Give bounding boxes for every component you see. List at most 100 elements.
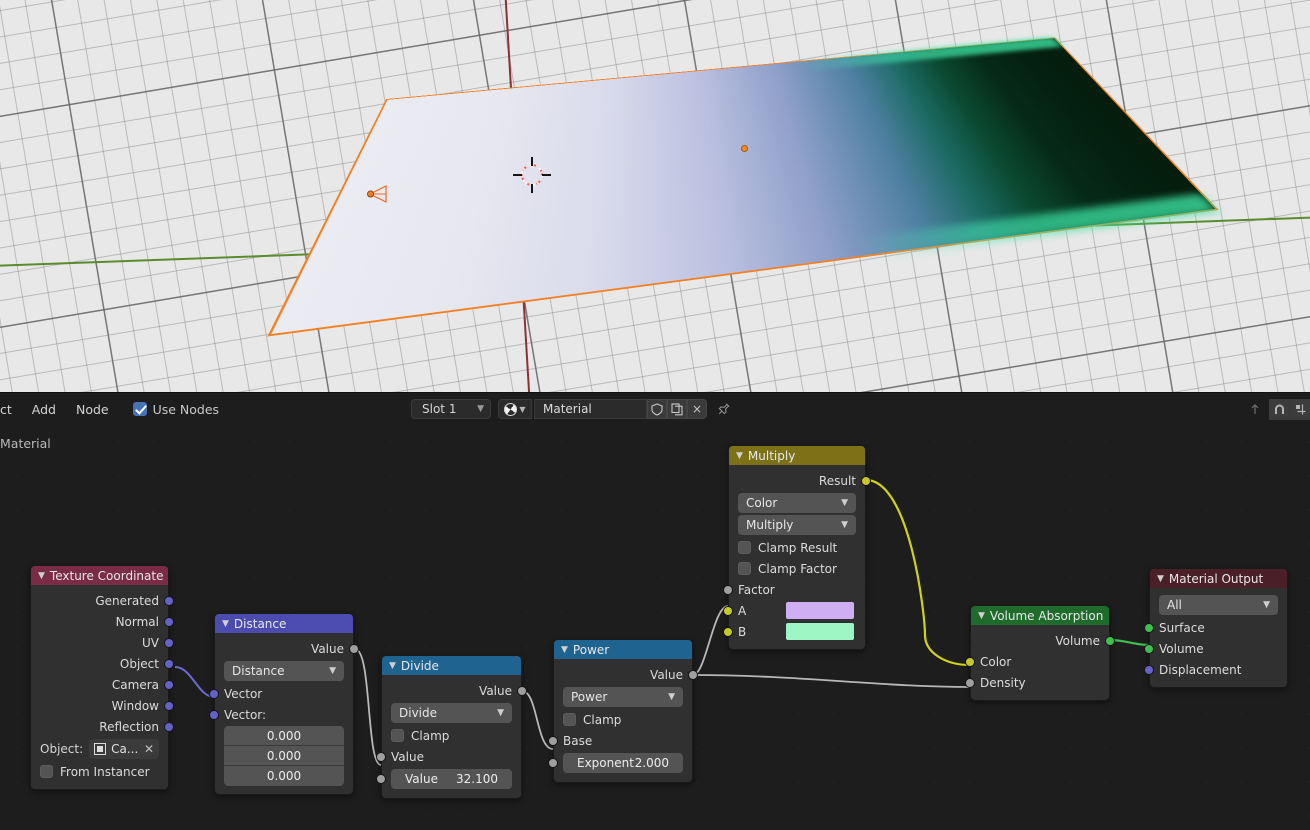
- socket-row-b[interactable]: B: [729, 621, 865, 642]
- material-name-field[interactable]: Material: [534, 399, 647, 419]
- socket-row-vector-a[interactable]: Vector: [215, 683, 353, 704]
- socket-row-value-out[interactable]: Value: [554, 664, 692, 685]
- unlink-material-button[interactable]: ×: [687, 399, 707, 419]
- socket-row-surface[interactable]: Surface: [1150, 617, 1287, 638]
- output-socket-reflection[interactable]: [164, 722, 174, 732]
- browse-material-button[interactable]: ▼: [498, 399, 532, 419]
- output-socket-camera[interactable]: [164, 680, 174, 690]
- output-socket-volume[interactable]: [1105, 636, 1115, 646]
- input-socket-value[interactable]: [376, 752, 386, 762]
- value-number-field[interactable]: Value 32.100: [391, 769, 512, 789]
- operation-dropdown[interactable]: Power ▼: [563, 687, 683, 707]
- color-swatch-b[interactable]: [786, 623, 854, 640]
- clamp-row[interactable]: Clamp: [554, 709, 692, 730]
- input-socket-exponent[interactable]: [548, 758, 558, 768]
- vector-x-field[interactable]: 0.000: [224, 726, 344, 746]
- arrow-up-icon-button[interactable]: [1244, 399, 1265, 420]
- vector-y-field[interactable]: 0.000: [224, 746, 344, 766]
- input-socket-b[interactable]: [723, 627, 733, 637]
- operation-dropdown[interactable]: Divide ▼: [391, 703, 512, 723]
- output-socket-value[interactable]: [349, 644, 359, 654]
- operation-dropdown[interactable]: Distance ▼: [224, 661, 344, 681]
- socket-row-value-in[interactable]: Value: [382, 746, 521, 767]
- node-divide[interactable]: ▼ Divide Value Divide ▼ Clamp Value Valu…: [381, 655, 522, 799]
- socket-row-color[interactable]: Color: [971, 651, 1109, 672]
- from-instancer-row[interactable]: From Instancer: [31, 761, 168, 782]
- socket-row-generated[interactable]: Generated: [31, 590, 168, 611]
- object-selector-row[interactable]: Object: Ca... ✕: [40, 739, 159, 759]
- socket-row-uv[interactable]: UV: [31, 632, 168, 653]
- input-socket-vector-b[interactable]: [209, 710, 219, 720]
- blend-mode-dropdown[interactable]: Multiply ▼: [738, 515, 856, 535]
- menu-node[interactable]: Node: [66, 402, 119, 417]
- socket-row-value-field[interactable]: Value 32.100: [382, 767, 521, 791]
- color-swatch-a[interactable]: [786, 602, 854, 619]
- 3d-viewport[interactable]: [0, 0, 1310, 392]
- clamp-row[interactable]: Clamp: [382, 725, 521, 746]
- socket-row-vector-b[interactable]: Vector:: [215, 704, 353, 725]
- input-socket-vector-a[interactable]: [209, 689, 219, 699]
- socket-row-result[interactable]: Result: [729, 470, 865, 491]
- output-socket-value[interactable]: [517, 686, 527, 696]
- output-socket-generated[interactable]: [164, 596, 174, 606]
- use-nodes-toggle[interactable]: Use Nodes: [133, 402, 219, 417]
- input-socket-volume[interactable]: [1144, 644, 1154, 654]
- menu-add[interactable]: Add: [22, 402, 66, 417]
- output-socket-window[interactable]: [164, 701, 174, 711]
- socket-row-exponent[interactable]: Exponent 2.000: [554, 751, 692, 775]
- node-power[interactable]: ▼ Power Value Power ▼ Clamp Base Exponen…: [553, 639, 693, 783]
- chevron-down-icon[interactable]: ▼: [1157, 574, 1164, 584]
- socket-row-a[interactable]: A: [729, 600, 865, 621]
- socket-row-volume-out[interactable]: Volume: [971, 630, 1109, 651]
- node-header-texture-coordinate[interactable]: ▼ Texture Coordinate: [31, 566, 168, 585]
- socket-row-volume[interactable]: Volume: [1150, 638, 1287, 659]
- use-nodes-checkbox[interactable]: [133, 402, 147, 416]
- socket-row-camera[interactable]: Camera: [31, 674, 168, 695]
- output-socket-uv[interactable]: [164, 638, 174, 648]
- socket-row-value-out[interactable]: Value: [382, 680, 521, 701]
- output-socket-result[interactable]: [861, 476, 871, 486]
- light-gizmo-icon[interactable]: [366, 182, 390, 206]
- chevron-down-icon[interactable]: ▼: [389, 661, 396, 671]
- node-editor-canvas[interactable]: Material ▼ Texture Coordinate Generated …: [0, 425, 1310, 830]
- clear-object-icon[interactable]: ✕: [144, 742, 154, 756]
- input-socket-base[interactable]: [548, 736, 558, 746]
- socket-row-reflection[interactable]: Reflection: [31, 716, 168, 737]
- socket-row-normal[interactable]: Normal: [31, 611, 168, 632]
- socket-row-window[interactable]: Window: [31, 695, 168, 716]
- input-socket-a[interactable]: [723, 606, 733, 616]
- menu-select[interactable]: ct: [0, 402, 22, 417]
- vector-value-stack[interactable]: 0.000 0.000 0.000: [224, 726, 344, 786]
- node-header-volume-absorption[interactable]: ▼ Volume Absorption: [971, 606, 1109, 625]
- node-volume-absorption[interactable]: ▼ Volume Absorption Volume Color Density: [970, 605, 1110, 701]
- chevron-down-icon[interactable]: ▼: [561, 645, 568, 655]
- input-socket-factor[interactable]: [723, 585, 733, 595]
- socket-row-object[interactable]: Object: [31, 653, 168, 674]
- chevron-down-icon[interactable]: ▼: [222, 619, 229, 629]
- clamp-factor-checkbox[interactable]: [738, 562, 751, 575]
- node-header-multiply[interactable]: ▼ Multiply: [729, 446, 865, 465]
- node-multiply[interactable]: ▼ Multiply Result Color ▼ Multiply ▼ Cla…: [728, 445, 866, 650]
- fake-user-button[interactable]: [647, 399, 667, 419]
- socket-row-factor[interactable]: Factor: [729, 579, 865, 600]
- socket-row-value-out[interactable]: Value: [215, 638, 353, 659]
- node-material-output[interactable]: ▼ Material Output All ▼ Surface Volume D…: [1149, 568, 1288, 688]
- chevron-down-icon[interactable]: ▼: [978, 611, 985, 621]
- node-header-divide[interactable]: ▼ Divide: [382, 656, 521, 675]
- clamp-checkbox[interactable]: [563, 713, 576, 726]
- snap-grid-button[interactable]: [1290, 399, 1310, 420]
- pin-button[interactable]: [714, 399, 734, 419]
- input-socket-displacement[interactable]: [1144, 665, 1154, 675]
- node-distance[interactable]: ▼ Distance Value Distance ▼ Vector Vecto…: [214, 613, 354, 795]
- node-header-power[interactable]: ▼ Power: [554, 640, 692, 659]
- target-dropdown[interactable]: All ▼: [1159, 595, 1278, 615]
- from-instancer-checkbox[interactable]: [40, 765, 53, 778]
- input-socket-color[interactable]: [965, 657, 975, 667]
- input-socket-density[interactable]: [965, 678, 975, 688]
- material-slot-dropdown[interactable]: Slot 1 ▼: [411, 399, 491, 419]
- socket-row-base[interactable]: Base: [554, 730, 692, 751]
- chevron-down-icon[interactable]: ▼: [38, 571, 45, 581]
- node-header-material-output[interactable]: ▼ Material Output: [1150, 569, 1287, 588]
- socket-row-density[interactable]: Density: [971, 672, 1109, 693]
- output-socket-value[interactable]: [688, 670, 698, 680]
